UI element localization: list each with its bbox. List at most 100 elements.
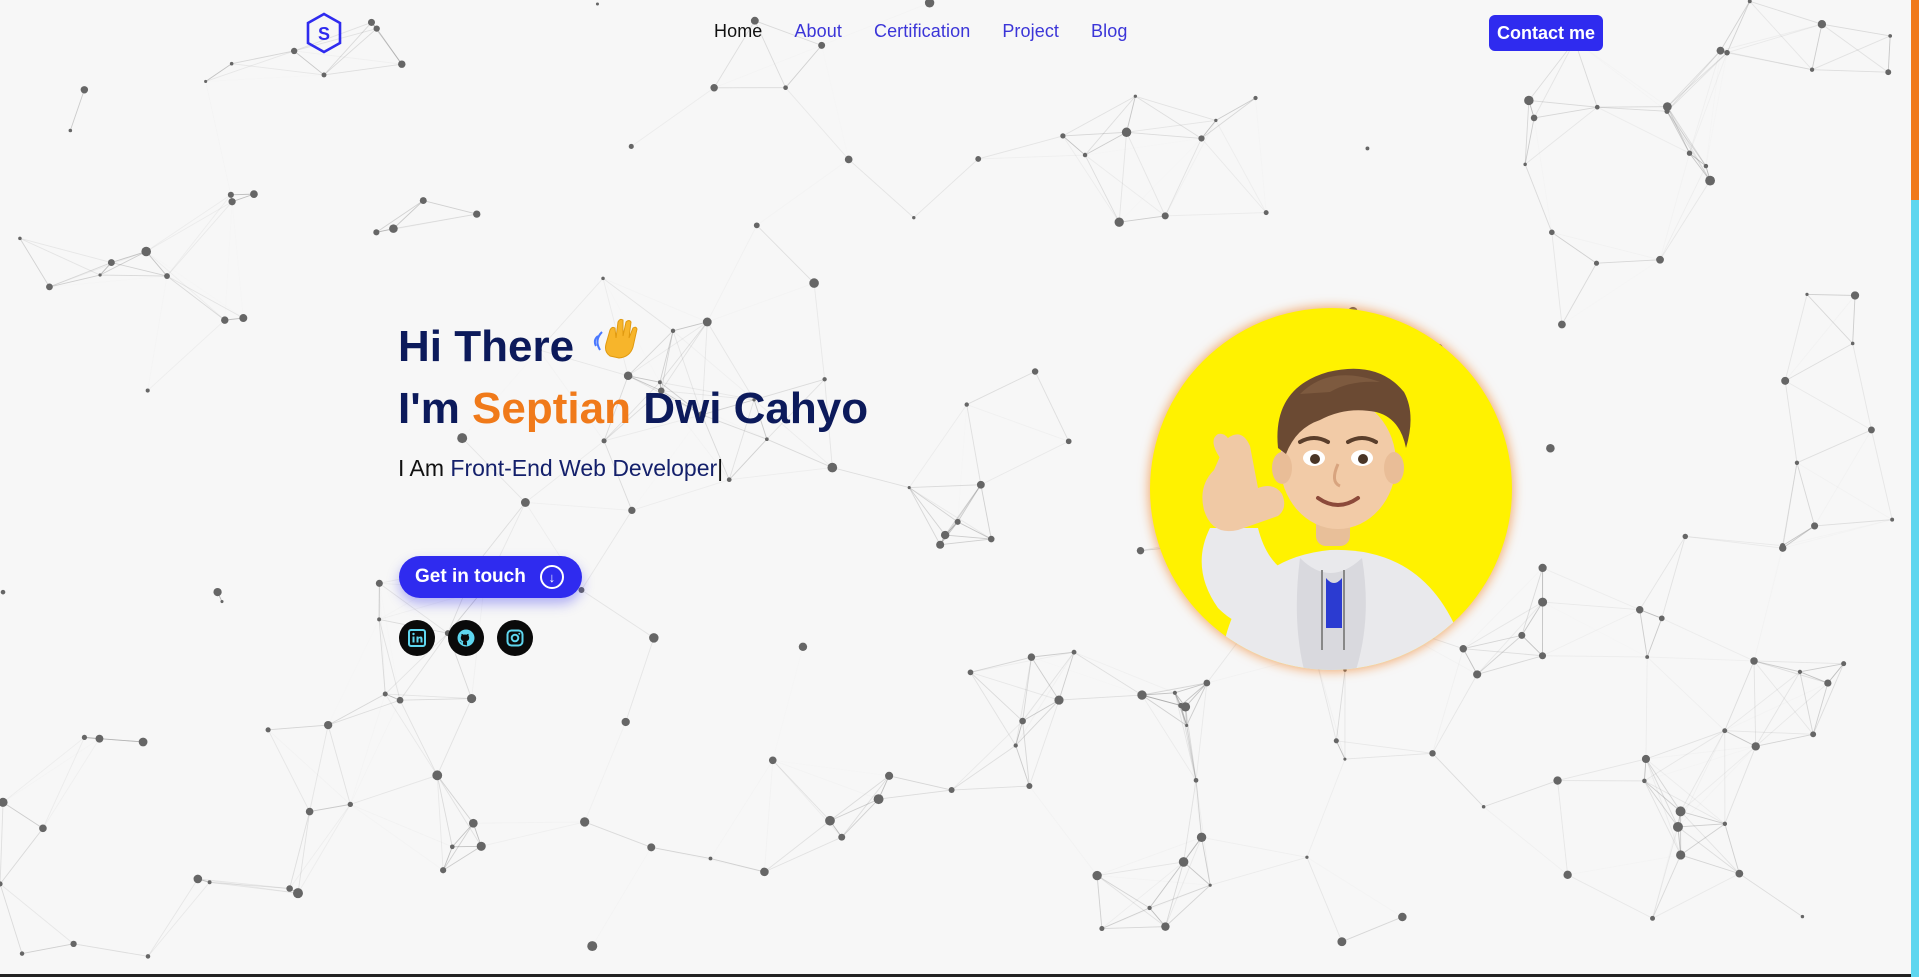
network-link bbox=[1135, 95, 1202, 139]
nav-project[interactable]: Project bbox=[1002, 21, 1059, 42]
network-link bbox=[1031, 656, 1060, 701]
get-in-touch-button[interactable]: Get in touch ↓ bbox=[399, 556, 582, 598]
network-link bbox=[1521, 635, 1543, 657]
network-node bbox=[954, 518, 961, 525]
network-link bbox=[1126, 131, 1202, 139]
network-node bbox=[1868, 426, 1875, 434]
greeting-heading: Hi There bbox=[398, 316, 868, 377]
network-node bbox=[1031, 368, 1039, 375]
network-link bbox=[1852, 343, 1872, 431]
network-link bbox=[268, 724, 329, 731]
network-link bbox=[297, 811, 311, 894]
network-node bbox=[1481, 804, 1486, 809]
network-link bbox=[1597, 106, 1668, 108]
network-link bbox=[1551, 232, 1563, 325]
network-link bbox=[293, 50, 325, 76]
network-links bbox=[0, 0, 1893, 957]
network-link bbox=[1659, 153, 1690, 260]
network-node bbox=[1797, 669, 1803, 674]
network-node bbox=[1203, 679, 1211, 687]
network-link bbox=[1215, 97, 1256, 121]
network-link bbox=[1341, 916, 1403, 943]
network-node bbox=[1594, 104, 1600, 110]
linkedin-link[interactable] bbox=[399, 620, 435, 656]
network-link bbox=[436, 698, 473, 776]
network-node bbox=[107, 259, 115, 267]
role-typed-text: Front-End Web Developer bbox=[450, 455, 718, 481]
network-node bbox=[19, 951, 25, 956]
network-link bbox=[73, 943, 149, 957]
network-link bbox=[1806, 293, 1856, 296]
github-link[interactable] bbox=[448, 620, 484, 656]
linkedin-icon bbox=[408, 629, 426, 647]
nav-home[interactable]: Home bbox=[714, 21, 762, 42]
contact-me-button[interactable]: Contact me bbox=[1489, 15, 1603, 51]
network-link bbox=[1720, 23, 1823, 52]
network-link bbox=[957, 484, 982, 523]
network-link bbox=[267, 729, 311, 812]
network-node bbox=[964, 402, 969, 407]
network-node bbox=[1716, 46, 1725, 55]
network-node bbox=[649, 633, 659, 643]
network-link bbox=[757, 159, 849, 225]
network-link bbox=[1118, 132, 1127, 223]
network-link bbox=[1661, 617, 1755, 662]
network-node bbox=[207, 880, 212, 885]
network-node bbox=[967, 669, 974, 676]
network-link bbox=[970, 671, 1060, 701]
network-link bbox=[1646, 618, 1663, 658]
network-node bbox=[753, 222, 760, 229]
network-node bbox=[0, 589, 6, 595]
network-node bbox=[1641, 754, 1651, 764]
network-node bbox=[228, 198, 236, 206]
network-link bbox=[1597, 106, 1668, 112]
instagram-icon bbox=[506, 629, 524, 647]
network-link bbox=[267, 729, 351, 805]
network-link bbox=[442, 845, 482, 871]
network-node bbox=[976, 480, 985, 489]
network-link bbox=[940, 538, 992, 546]
nav-about[interactable]: About bbox=[794, 21, 842, 42]
network-link bbox=[1706, 51, 1721, 166]
nav-blog[interactable]: Blog bbox=[1091, 21, 1127, 42]
network-node bbox=[628, 143, 634, 150]
instagram-link[interactable] bbox=[497, 620, 533, 656]
network-node bbox=[844, 155, 853, 164]
network-node bbox=[621, 717, 630, 727]
network-link bbox=[1562, 260, 1660, 325]
network-link bbox=[2, 737, 85, 803]
network-link bbox=[525, 502, 632, 511]
network-node bbox=[873, 794, 884, 805]
network-node bbox=[1092, 870, 1102, 881]
network-link bbox=[1852, 295, 1856, 344]
network-link bbox=[908, 487, 941, 545]
logo-icon[interactable]: S bbox=[305, 12, 343, 54]
nav-certification[interactable]: Certification bbox=[874, 21, 970, 42]
network-link bbox=[69, 89, 85, 131]
network-node bbox=[647, 843, 656, 852]
network-node bbox=[375, 579, 383, 587]
network-node bbox=[1781, 376, 1790, 385]
network-node bbox=[367, 18, 376, 26]
network-link bbox=[205, 63, 232, 82]
network-link bbox=[1645, 758, 1681, 812]
network-node bbox=[213, 587, 222, 597]
network-link bbox=[1567, 874, 1653, 919]
network-link bbox=[978, 135, 1064, 160]
network-link bbox=[1186, 682, 1208, 726]
network-node bbox=[1099, 926, 1105, 932]
network-node bbox=[1722, 821, 1728, 827]
network-link bbox=[1101, 861, 1184, 929]
network-node bbox=[1658, 615, 1665, 622]
network-link bbox=[1528, 100, 1598, 108]
network-link bbox=[1647, 656, 1755, 662]
network-node bbox=[145, 388, 150, 393]
network-link bbox=[231, 63, 325, 76]
network-link bbox=[166, 275, 244, 319]
network-node bbox=[1054, 695, 1064, 705]
scrollbar-thumb[interactable] bbox=[1911, 0, 1919, 200]
main-nav: Home About Certification Project Blog bbox=[714, 21, 1127, 42]
network-link bbox=[197, 878, 299, 894]
network-link bbox=[1073, 651, 1143, 696]
network-node bbox=[1253, 95, 1258, 101]
